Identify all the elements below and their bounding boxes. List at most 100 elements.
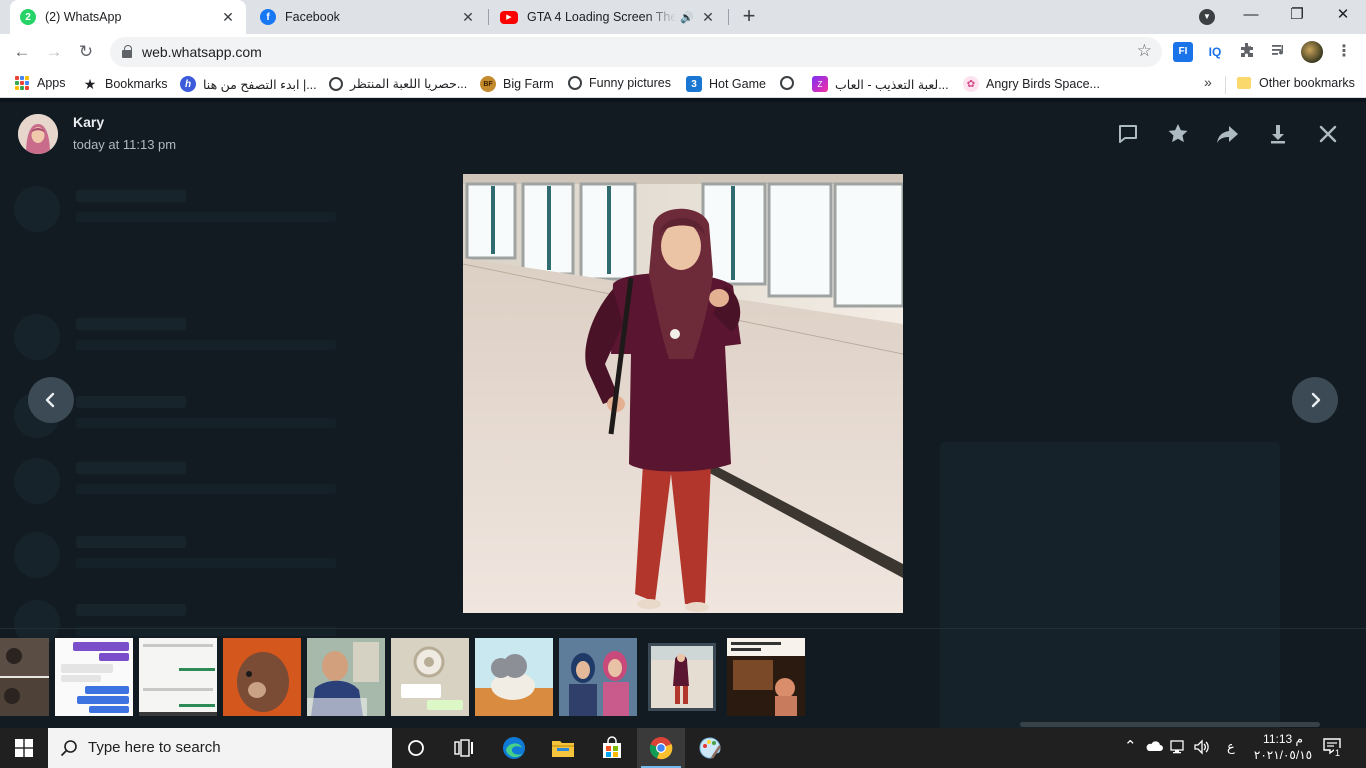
- thumbnail-scrollbar[interactable]: [1020, 722, 1320, 727]
- extension-iq-icon[interactable]: IQ: [1205, 42, 1225, 62]
- tab-title: Facebook: [285, 10, 340, 24]
- media-thumbnail-selected[interactable]: [648, 643, 716, 711]
- extensions-puzzle-icon[interactable]: [1237, 42, 1257, 62]
- cortana-icon[interactable]: [392, 728, 440, 768]
- volume-icon[interactable]: [1193, 738, 1211, 759]
- profile-avatar[interactable]: [1301, 41, 1323, 63]
- bookmark-label: Bookmarks: [105, 77, 168, 91]
- apps-grid-icon: [15, 76, 29, 90]
- media-viewer: Kary today at 11:13 pm: [0, 102, 1366, 728]
- tab-whatsapp[interactable]: 2 (2) WhatsApp ✕: [10, 0, 246, 34]
- close-window-button[interactable]: ✕: [1320, 0, 1366, 32]
- media-thumbnail[interactable]: [0, 638, 49, 716]
- onedrive-icon[interactable]: [1145, 740, 1163, 755]
- browser-tab-strip: 2 (2) WhatsApp ✕ f Facebook ✕ ▶ GTA 4 Lo…: [0, 0, 1366, 34]
- clock-date: ٢٠٢١/٠٥/١٥: [1253, 748, 1313, 762]
- globe-icon: [568, 76, 582, 90]
- media-control-icon[interactable]: [1269, 42, 1289, 62]
- minimize-button[interactable]: —: [1228, 0, 1274, 32]
- search-icon: [60, 740, 77, 757]
- new-tab-button[interactable]: +: [738, 5, 760, 27]
- edge-icon[interactable]: [490, 728, 538, 768]
- media-photo[interactable]: [463, 174, 903, 613]
- audio-playing-icon[interactable]: 🔊: [680, 11, 694, 24]
- tab-youtube[interactable]: ▶ GTA 4 Loading Screen Theme 🔊 ✕: [490, 0, 726, 34]
- bookmark-globe[interactable]: [780, 76, 801, 90]
- paint-icon[interactable]: [686, 728, 734, 768]
- reload-button[interactable]: ↻: [74, 40, 98, 64]
- whatsapp-badge-icon: 2: [20, 9, 36, 25]
- media-thumbnail[interactable]: [727, 638, 805, 716]
- bookmark-label: Apps: [37, 76, 66, 90]
- close-tab-icon[interactable]: ✕: [700, 9, 716, 26]
- previous-media-button[interactable]: [28, 377, 74, 423]
- forward-button[interactable]: →: [42, 40, 66, 64]
- system-clock[interactable]: 11:13 م ٢٠٢١/٠٥/١٥: [1252, 731, 1314, 763]
- url-text[interactable]: web.whatsapp.com: [142, 44, 262, 60]
- network-icon[interactable]: [1170, 739, 1186, 758]
- bookmark-big-farm[interactable]: BF Big Farm: [480, 76, 554, 92]
- bookmark-funny-pictures[interactable]: Funny pictures: [568, 76, 671, 90]
- action-center-icon[interactable]: 1: [1322, 736, 1342, 758]
- tab-title: (2) WhatsApp: [45, 10, 122, 24]
- youtube-icon: ▶: [500, 10, 518, 24]
- task-view-icon[interactable]: [440, 728, 488, 768]
- close-tab-icon[interactable]: ✕: [220, 9, 236, 26]
- search-placeholder: Type here to search: [88, 739, 221, 756]
- notification-count: 1: [1334, 748, 1342, 758]
- bookmark-apps[interactable]: Apps: [15, 76, 66, 90]
- media-thumbnail[interactable]: [391, 638, 469, 716]
- tab-separator: [488, 9, 489, 25]
- three-icon: 3: [686, 76, 702, 92]
- bookmarks-overflow-button[interactable]: »: [1204, 74, 1212, 90]
- bookmark-label: ابدء التصفح من هنا |...: [203, 77, 317, 92]
- star-message-icon[interactable]: [1164, 120, 1192, 148]
- bookmark-label: حصريا اللعبة المنتظر...: [350, 77, 468, 91]
- address-bar[interactable]: web.whatsapp.com ☆: [110, 37, 1162, 67]
- file-explorer-icon[interactable]: [539, 728, 587, 768]
- bookmark-star-icon[interactable]: ☆: [1137, 41, 1152, 61]
- media-thumbnail[interactable]: [475, 638, 553, 716]
- media-thumbnail[interactable]: [55, 638, 133, 716]
- message-time: today at 11:13 pm: [73, 137, 177, 152]
- extension-fi-icon[interactable]: FI: [1173, 42, 1193, 62]
- chrome-icon[interactable]: [637, 728, 685, 768]
- show-hidden-icons-icon[interactable]: ⌃: [1124, 737, 1137, 755]
- bunny-icon: ✿: [963, 76, 979, 92]
- windows-taskbar: Type here to search ⌃ ع 11:13 م ٢٠٢١/٠٥/…: [0, 728, 1366, 768]
- next-media-button[interactable]: [1292, 377, 1338, 423]
- chrome-menu-icon[interactable]: ⋮: [1336, 41, 1352, 61]
- bookmark-bookmarks[interactable]: ★ Bookmarks: [82, 76, 168, 92]
- forward-icon[interactable]: [1214, 120, 1242, 148]
- browser-toolbar: ← → ↻ web.whatsapp.com ☆ FI IQ ⋮: [0, 34, 1366, 70]
- bookmark-arabic-1[interactable]: h ابدء التصفح من هنا |...: [180, 76, 317, 92]
- bookmark-hot-game[interactable]: 3 Hot Game: [686, 76, 766, 92]
- bookmark-arabic-2[interactable]: حصريا اللعبة المنتظر...: [329, 76, 467, 91]
- start-button[interactable]: [0, 728, 48, 768]
- bookmark-arabic-3[interactable]: Z لعبة التعذيب - العاب...: [812, 76, 949, 92]
- thumbnail-divider: [0, 628, 1366, 629]
- background-chat-row: [14, 182, 394, 234]
- lock-icon[interactable]: [122, 45, 132, 58]
- close-icon[interactable]: [1314, 120, 1342, 148]
- download-icon[interactable]: [1264, 120, 1292, 148]
- bookmarks-bar: Apps ★ Bookmarks h ابدء التصفح من هنا |.…: [0, 70, 1366, 98]
- tab-search-icon[interactable]: ▼: [1199, 9, 1215, 25]
- store-icon[interactable]: [588, 728, 636, 768]
- tab-facebook[interactable]: f Facebook ✕: [250, 0, 486, 34]
- media-thumbnail[interactable]: [307, 638, 385, 716]
- media-thumbnail[interactable]: [559, 638, 637, 716]
- restore-button[interactable]: ❐: [1274, 0, 1320, 32]
- bookmark-angry-birds[interactable]: ✿ Angry Birds Space...: [963, 76, 1100, 92]
- background-chat-panel: [940, 442, 1280, 728]
- input-language-indicator[interactable]: ع: [1227, 739, 1235, 755]
- media-thumbnail[interactable]: [139, 638, 217, 716]
- close-tab-icon[interactable]: ✕: [460, 9, 476, 26]
- sender-avatar[interactable]: [18, 114, 58, 154]
- media-thumbnail[interactable]: [223, 638, 301, 716]
- bigfarm-icon: BF: [480, 76, 496, 92]
- taskbar-search-box[interactable]: Type here to search: [48, 728, 392, 768]
- back-button[interactable]: ←: [10, 40, 34, 64]
- reply-icon[interactable]: [1114, 120, 1142, 148]
- bookmark-other[interactable]: Other bookmarks: [1237, 76, 1355, 90]
